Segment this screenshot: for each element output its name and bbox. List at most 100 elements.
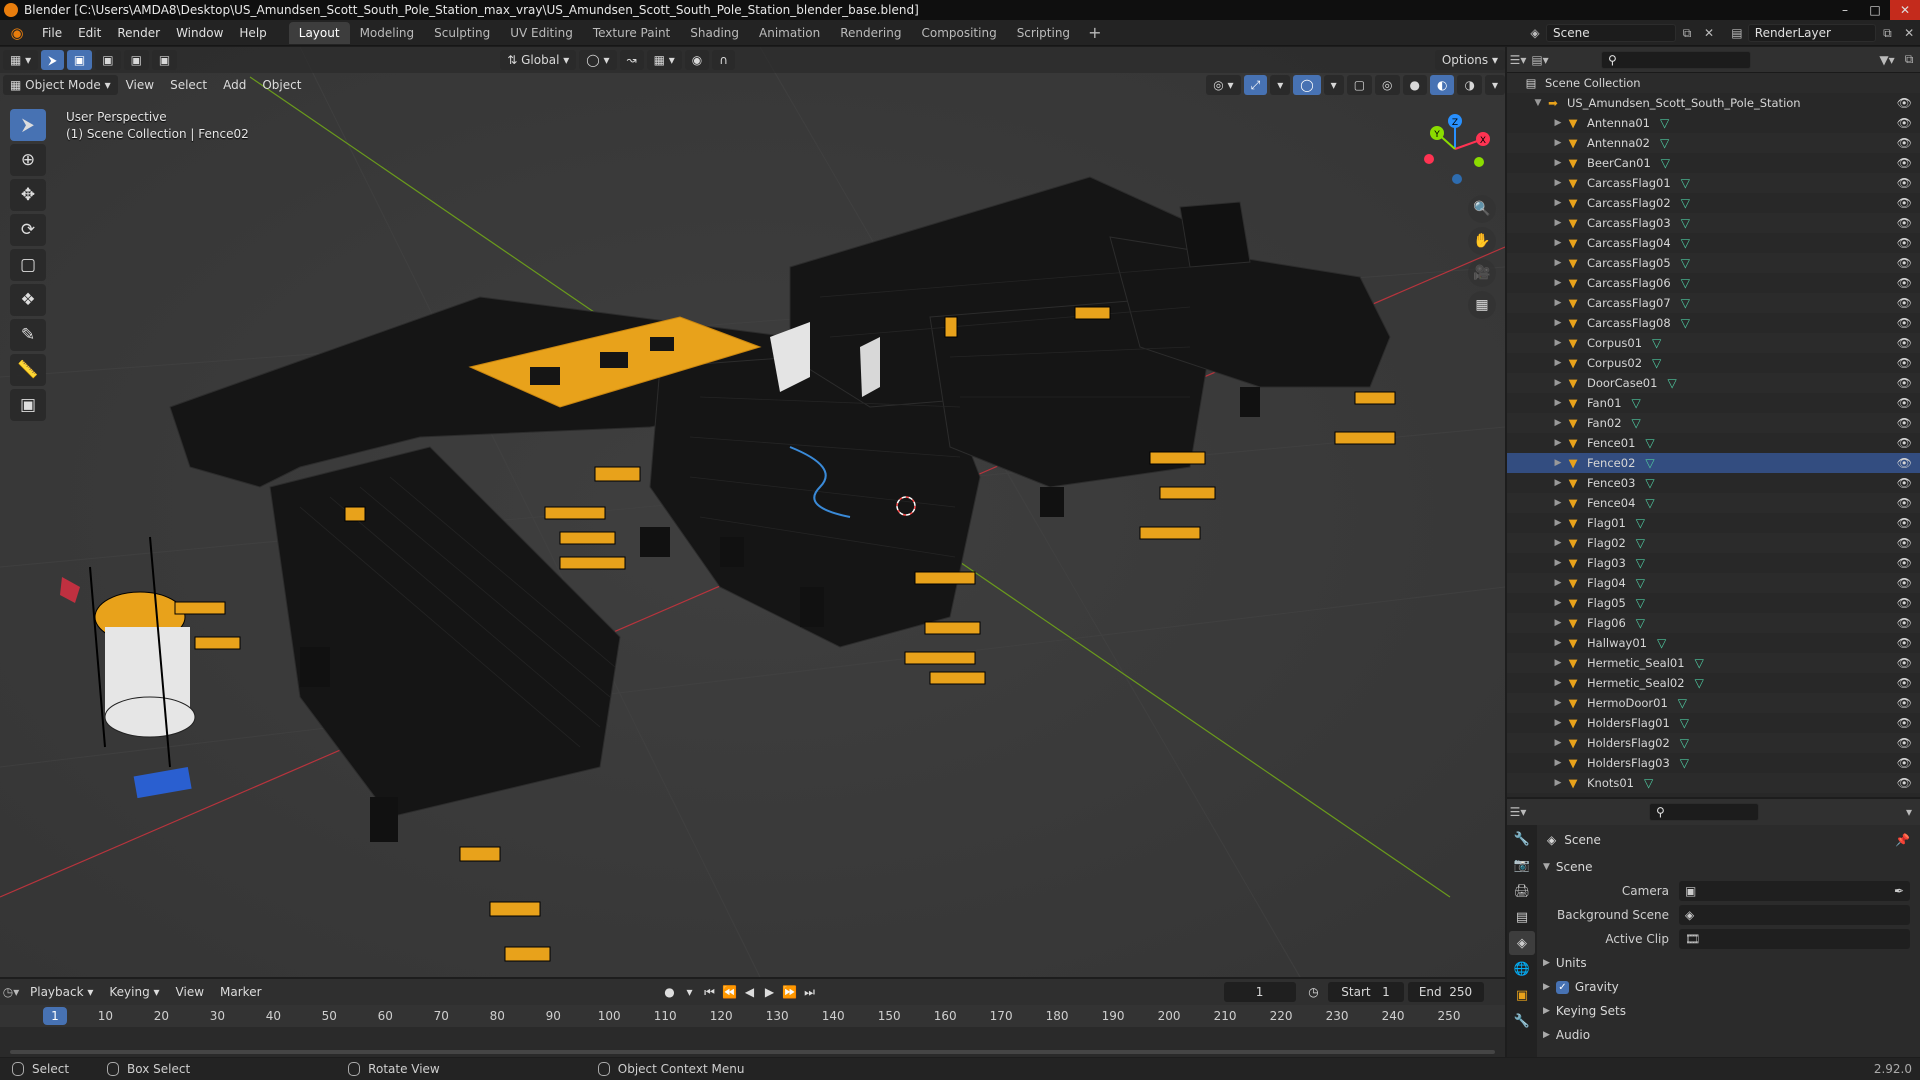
outliner-object-row[interactable]: ▶ ▼ HoldersFlag03 ▽ 👁 — [1507, 753, 1920, 773]
visibility-eye-icon[interactable]: 👁 — [1897, 376, 1912, 390]
visibility-eye-icon[interactable]: 👁 — [1897, 696, 1912, 710]
expand-arrow-icon[interactable]: ▶ — [1551, 438, 1565, 448]
expand-arrow-icon[interactable]: ▶ — [1551, 598, 1565, 608]
modifier-tab-icon[interactable]: 🔧 — [1509, 1009, 1535, 1033]
zoom-icon[interactable]: 🔍 — [1468, 195, 1496, 223]
tab-modeling[interactable]: Modeling — [350, 22, 425, 44]
visibility-eye-icon[interactable]: 👁 — [1897, 536, 1912, 550]
outliner-object-row[interactable]: ▶ ▼ Corpus01 ▽ 👁 — [1507, 333, 1920, 353]
visibility-eye-icon[interactable]: 👁 — [1897, 116, 1912, 130]
visibility-eye-icon[interactable]: 👁 — [1897, 276, 1912, 290]
annotate-tool-icon[interactable]: ✎ — [10, 319, 46, 351]
visibility-eye-icon[interactable]: 👁 — [1897, 356, 1912, 370]
outliner-object-row[interactable]: ▶ ▼ Hermetic_Seal02 ▽ 👁 — [1507, 673, 1920, 693]
outliner-object-row[interactable]: ▶ ▼ Flag03 ▽ 👁 — [1507, 553, 1920, 573]
scene-panel-header[interactable]: ▼ Scene — [1539, 855, 1920, 879]
visibility-eye-icon[interactable]: 👁 — [1897, 436, 1912, 450]
mesh-data-icon[interactable]: ▽ — [1667, 376, 1676, 390]
scene-name-field[interactable]: Scene — [1546, 24, 1676, 42]
menu-playback[interactable]: Playback ▾ — [22, 985, 101, 999]
outliner-object-row[interactable]: ▶ ▼ CarcassFlag08 ▽ 👁 — [1507, 313, 1920, 333]
pan-hand-icon[interactable]: ✋ — [1468, 227, 1496, 255]
visibility-eye-icon[interactable]: 👁 — [1897, 96, 1912, 110]
add-cube-tool-icon[interactable]: ▣ — [10, 389, 46, 421]
mesh-data-icon[interactable]: ▽ — [1695, 676, 1704, 690]
expand-arrow-icon[interactable]: ▶ — [1551, 258, 1565, 268]
tab-animation[interactable]: Animation — [749, 22, 830, 44]
blender-menu-icon[interactable]: ◉ — [6, 23, 28, 43]
end-frame-field[interactable]: End 250 — [1407, 982, 1484, 1002]
visibility-eye-icon[interactable]: 👁 — [1897, 576, 1912, 590]
menu-object[interactable]: Object — [254, 78, 309, 92]
outliner-object-row[interactable]: ▶ ▼ DoorCase01 ▽ 👁 — [1507, 373, 1920, 393]
mesh-data-icon[interactable]: ▽ — [1636, 536, 1645, 550]
outliner-object-row[interactable]: ▶ ▼ CarcassFlag03 ▽ 👁 — [1507, 213, 1920, 233]
visibility-eye-icon[interactable]: 👁 — [1897, 636, 1912, 650]
active-clip-field[interactable]: 🎞 — [1679, 929, 1910, 949]
outliner-object-row[interactable]: ▶ ▼ HermoDoor01 ▽ 👁 — [1507, 693, 1920, 713]
expand-arrow-icon[interactable]: ▶ — [1551, 478, 1565, 488]
mesh-data-icon[interactable]: ▽ — [1681, 216, 1690, 230]
expand-arrow-icon[interactable]: ▶ — [1551, 318, 1565, 328]
object-tab-icon[interactable]: ▣ — [1509, 983, 1535, 1007]
render-tab-icon[interactable]: 📷 — [1509, 853, 1535, 877]
visibility-eye-icon[interactable]: 👁 — [1897, 656, 1912, 670]
expand-arrow-icon[interactable]: ▶ — [1551, 298, 1565, 308]
jump-start-icon[interactable]: ⏮ — [700, 985, 720, 1000]
new-collection-icon[interactable]: ⧉ — [1898, 51, 1920, 69]
new-view-layer-icon[interactable]: ⧉ — [1876, 24, 1898, 42]
scene-collection-row[interactable]: ▤ Scene Collection — [1507, 73, 1920, 93]
outliner-object-row[interactable]: ▶ ▼ Corpus02 ▽ 👁 — [1507, 353, 1920, 373]
menu-file[interactable]: File — [34, 26, 70, 40]
transform-tool-icon[interactable]: ❖ — [10, 284, 46, 316]
jump-end-icon[interactable]: ⏭ — [800, 985, 820, 1000]
expand-arrow-icon[interactable]: ▶ — [1551, 518, 1565, 528]
expand-arrow-icon[interactable]: ▶ — [1551, 578, 1565, 588]
playhead[interactable]: 1 — [43, 1007, 67, 1025]
panel-collapse-arrow-icon[interactable]: ▼ — [1543, 862, 1550, 872]
expand-arrow-icon[interactable]: ▶ — [1551, 378, 1565, 388]
outliner-object-row[interactable]: ▶ ▼ CarcassFlag04 ▽ 👁 — [1507, 233, 1920, 253]
visibility-eye-icon[interactable]: 👁 — [1897, 456, 1912, 470]
selection-mode-subtract-icon[interactable]: ▣ — [123, 50, 149, 70]
filter-icon[interactable]: ▼▾ — [1876, 51, 1898, 69]
expand-arrow-icon[interactable]: ▼ — [1531, 98, 1545, 108]
visibility-eye-icon[interactable]: 👁 — [1897, 156, 1912, 170]
mesh-data-icon[interactable]: ▽ — [1695, 656, 1704, 670]
mesh-data-icon[interactable]: ▽ — [1636, 596, 1645, 610]
ortho-grid-icon[interactable]: ▦ — [1468, 291, 1496, 319]
play-reverse-icon[interactable]: ◀ — [740, 985, 760, 999]
menu-marker[interactable]: Marker — [212, 985, 269, 999]
menu-render[interactable]: Render — [109, 26, 168, 40]
outliner-object-row[interactable]: ▶ ▼ BeerCan01 ▽ 👁 — [1507, 153, 1920, 173]
visibility-eye-icon[interactable]: 👁 — [1897, 616, 1912, 630]
expand-arrow-icon[interactable]: ▶ — [1551, 278, 1565, 288]
visibility-eye-icon[interactable]: 👁 — [1897, 236, 1912, 250]
mesh-data-icon[interactable]: ▽ — [1645, 436, 1654, 450]
start-frame-field[interactable]: Start 1 — [1327, 982, 1404, 1002]
gizmo-dropdown[interactable]: ▾ — [1270, 75, 1291, 95]
overlays-toggle[interactable]: ◯ — [1293, 75, 1321, 95]
pivot-point-dropdown[interactable]: ◯ ▾ — [579, 50, 617, 70]
expand-arrow-icon[interactable]: ▶ — [1551, 458, 1565, 468]
visibility-eye-icon[interactable]: 👁 — [1897, 736, 1912, 750]
tab-uv-editing[interactable]: UV Editing — [500, 22, 583, 44]
mesh-data-icon[interactable]: ▽ — [1660, 136, 1669, 150]
visibility-eye-icon[interactable]: 👁 — [1897, 336, 1912, 350]
mesh-data-icon[interactable]: ▽ — [1645, 476, 1654, 490]
tab-sculpting[interactable]: Sculpting — [424, 22, 500, 44]
visibility-eye-icon[interactable]: 👁 — [1897, 556, 1912, 570]
outliner-object-row[interactable]: ▶ ▼ Flag02 ▽ 👁 — [1507, 533, 1920, 553]
outliner-object-row[interactable]: ▶ ▼ CarcassFlag07 ▽ 👁 — [1507, 293, 1920, 313]
scene-tab-icon[interactable]: ◈ — [1509, 931, 1535, 955]
visibility-eye-icon[interactable]: 👁 — [1897, 396, 1912, 410]
visibility-eye-icon[interactable]: 👁 — [1897, 316, 1912, 330]
menu-add[interactable]: Add — [215, 78, 254, 92]
xray-toggle[interactable]: ▢ — [1346, 75, 1373, 95]
expand-arrow-icon[interactable]: ▶ — [1551, 678, 1565, 688]
outliner-object-row[interactable]: ▶ ▼ Antenna02 ▽ 👁 — [1507, 133, 1920, 153]
outliner-editor-type-icon[interactable]: ☰▾ — [1507, 51, 1529, 69]
outliner-object-row[interactable]: ▶ ▼ Flag06 ▽ 👁 — [1507, 613, 1920, 633]
properties-options-icon[interactable]: ▾ — [1898, 803, 1920, 821]
tab-layout[interactable]: Layout — [288, 21, 350, 44]
